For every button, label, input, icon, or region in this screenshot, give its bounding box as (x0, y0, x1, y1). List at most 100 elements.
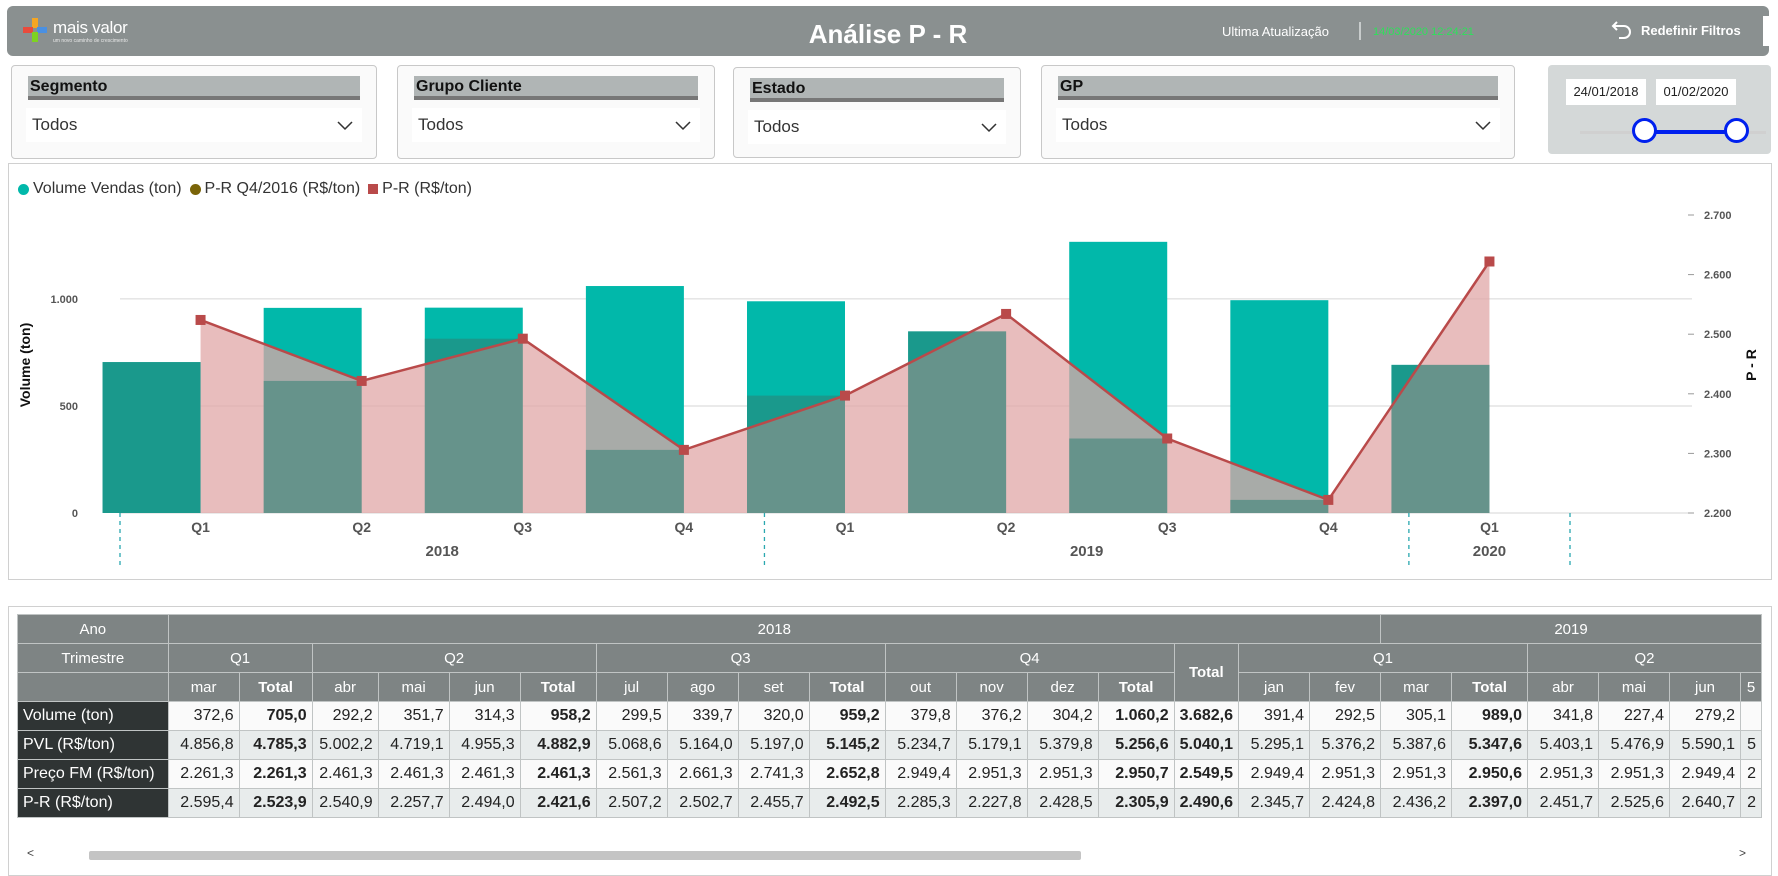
month-header: ago (666, 672, 739, 702)
table-cell: 2.494,0 (448, 788, 521, 818)
volume-bar-overlap (263, 380, 362, 513)
y-tick-label: 500 (60, 401, 78, 413)
row-header-ano: Ano (17, 614, 169, 644)
scroll-left-arrow[interactable]: < (27, 846, 34, 860)
volume-bar-overlap (1230, 499, 1329, 513)
table-cell: 2.461,3 (448, 759, 521, 789)
table-cell: 5.376,2 (1309, 730, 1381, 760)
table-cell: 2.492,5 (808, 788, 886, 818)
x-tick-label: Q2 (997, 519, 1016, 535)
table-cell: 2.951,3 (1380, 759, 1452, 789)
table-cell: 320,0 (737, 701, 810, 731)
quarter-header: Q4 (884, 643, 1175, 673)
table-cell: 227,4 (1598, 701, 1670, 731)
pr-point (517, 333, 528, 344)
table-cell: 959,2 (808, 701, 886, 731)
month-header: nov (955, 672, 1028, 702)
x-tick-label: Q2 (352, 519, 371, 535)
month-header: set (737, 672, 810, 702)
table-cell: 1.060,2 (1097, 701, 1175, 731)
table-cell: 4.856,8 (167, 730, 240, 760)
table-cell: 2.949,4 (884, 759, 957, 789)
month-header: jan (1238, 672, 1310, 702)
table-row: P-R (R$/ton) 2.595,4 2.523,9 2.540,9 2.257,7… (17, 788, 1762, 818)
table-cell: 2.461,3 (377, 759, 450, 789)
month-header: 5 (1740, 672, 1762, 702)
x-tick-label: Q1 (191, 519, 210, 535)
table-cell: 5.002,2 (311, 730, 379, 760)
month-header: Total (519, 672, 597, 702)
y2-tick-label: 2.300 (1704, 448, 1732, 460)
table-cell: 5.145,2 (808, 730, 886, 760)
table-cell: 958,2 (519, 701, 597, 731)
table-cell: 2.461,3 (311, 759, 379, 789)
pr-point (1001, 308, 1012, 319)
x-tick-label: Q3 (1158, 519, 1177, 535)
table-cell: 2.285,3 (884, 788, 957, 818)
table-cell: 2.261,3 (238, 759, 313, 789)
quarter-header: Q1 (167, 643, 313, 673)
table-cell: 5.403,1 (1527, 730, 1599, 760)
table-cell: 2.261,3 (167, 759, 240, 789)
row-label: P-R (R$/ton) (17, 788, 169, 818)
row-label: PVL (R$/ton) (17, 730, 169, 760)
table-cell: 2.951,3 (1309, 759, 1381, 789)
table-cell: 5 (1740, 730, 1762, 760)
table-cell: 2.345,7 (1238, 788, 1310, 818)
table-cell: 2.461,3 (519, 759, 597, 789)
horizontal-scrollbar[interactable]: < > (17, 846, 1762, 862)
month-header: Total (238, 672, 313, 702)
quarter-header: Q2 (1527, 643, 1762, 673)
table-row: PVL (R$/ton) 4.856,8 4.785,3 5.002,2 4.719,1… (17, 730, 1762, 760)
month-header: Total (1097, 672, 1175, 702)
header-row-year: Ano 2018 2019 (17, 614, 1762, 644)
y2-axis-title: P - R (1743, 349, 1759, 381)
table-row: Preço FM (R$/ton) 2.261,3 2.261,3 2.461,3 2.… (17, 759, 1762, 789)
month-header: jul (595, 672, 668, 702)
table-cell: 2.951,3 (1527, 759, 1599, 789)
pr-point (1323, 494, 1334, 505)
x-tick-label: Q1 (836, 519, 855, 535)
table-cell: 372,6 (167, 701, 240, 731)
year-header: 2018 (167, 614, 1382, 644)
row-header-blank (17, 672, 169, 702)
month-header: out (884, 672, 957, 702)
table-cell: 4.719,1 (377, 730, 450, 760)
volume-bar-overlap (424, 338, 523, 513)
table-cell: 2.227,8 (955, 788, 1028, 818)
table-cell: 341,8 (1527, 701, 1599, 731)
month-header: mai (377, 672, 450, 702)
month-header: jun (1669, 672, 1741, 702)
pr-point (356, 375, 367, 386)
x-group-label: 2020 (1473, 543, 1506, 560)
table-cell: 5.476,9 (1598, 730, 1670, 760)
table-cell: 2.305,9 (1097, 788, 1175, 818)
row-header-trimestre: Trimestre (17, 643, 169, 673)
table-cell: 2.525,6 (1598, 788, 1670, 818)
table-cell: 5.234,7 (884, 730, 957, 760)
scroll-right-arrow[interactable]: > (1739, 846, 1746, 860)
table-cell: 2.502,7 (666, 788, 739, 818)
table-cell: 2.561,3 (595, 759, 668, 789)
x-group-label: 2018 (426, 543, 459, 560)
pr-point (678, 444, 689, 455)
table-cell: 292,2 (311, 701, 379, 731)
table-cell: 2.540,9 (311, 788, 379, 818)
table-cell (1740, 701, 1762, 731)
year-header: 2019 (1380, 614, 1762, 644)
month-header: jun (448, 672, 521, 702)
table-cell: 379,8 (884, 701, 957, 731)
table-cell: 2.640,7 (1669, 788, 1741, 818)
table-cell: 376,2 (955, 701, 1028, 731)
scrollbar-thumb[interactable] (89, 851, 1081, 860)
combo-chart: 0 500 1.000 2.200 2.300 2.400 2.500 2.600 2.700 V… (17, 210, 1759, 566)
table-cell: 2.451,7 (1527, 788, 1599, 818)
volume-bar-overlap (1069, 438, 1168, 513)
table-cell: 2.951,3 (955, 759, 1028, 789)
table-cell: 2.549,5 (1173, 759, 1240, 789)
table-cell: 2.507,2 (595, 788, 668, 818)
month-header: abr (1527, 672, 1599, 702)
x-tick-label: Q4 (1319, 519, 1338, 535)
row-label: Preço FM (R$/ton) (17, 759, 169, 789)
month-header: mar (1380, 672, 1452, 702)
